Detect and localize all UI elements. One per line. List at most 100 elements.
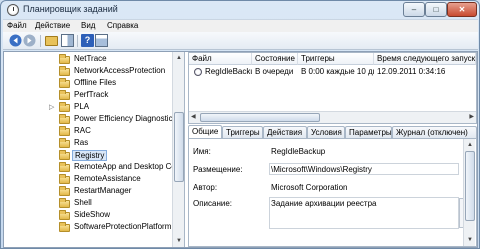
menu-action[interactable]: Действие [35, 21, 70, 30]
name-value[interactable]: RegIdleBackup [271, 147, 325, 156]
column-header-state[interactable]: Состояние [252, 53, 298, 65]
tab-general[interactable]: Общие [188, 125, 222, 139]
folder-icon [59, 186, 70, 196]
folder-icon [59, 210, 70, 220]
maximize-button[interactable]: □ [425, 2, 447, 17]
column-header-next-run[interactable]: Время следующего запуска [374, 53, 476, 65]
tree-item-label: RestartManager [74, 186, 132, 195]
library-tree: NetTrace NetworkAccessProtection Offline… [4, 52, 185, 247]
scroll-up-arrow-icon[interactable]: ▲ [465, 140, 475, 150]
toolbar: ? [3, 32, 478, 50]
general-details-panel: Имя: RegIdleBackup Размещение: \Microsof… [188, 138, 477, 247]
tab-actions[interactable]: Действия [263, 126, 307, 138]
tree-item[interactable]: SideShow [4, 210, 172, 221]
tree-item[interactable]: NetTrace [4, 54, 172, 65]
tree-item[interactable]: PerfTrack [4, 90, 172, 101]
menu-file[interactable]: Файл [7, 21, 27, 30]
folder-icon [59, 162, 70, 172]
tree-item-label: RemoteApp and Desktop Co [74, 162, 176, 171]
tree-item[interactable]: Shell [4, 198, 172, 209]
tree-scrollbar[interactable]: ▲ ▼ [172, 52, 184, 247]
toolbar-separator [77, 35, 78, 47]
task-list-hscrollbar[interactable]: ◀ ▶ [189, 111, 476, 123]
folder-icon [59, 150, 70, 160]
scroll-thumb[interactable] [174, 112, 184, 182]
main-content: NetTrace NetworkAccessProtection Offline… [3, 51, 478, 248]
forward-arrow-icon[interactable] [23, 34, 36, 47]
location-value[interactable]: \Microsoft\Windows\Registry [271, 165, 372, 174]
tree-item[interactable]: RemoteApp and Desktop Co [4, 162, 176, 173]
close-button[interactable]: ✕ [447, 2, 477, 17]
tree-item-label: PerfTrack [74, 90, 109, 99]
tree-item[interactable]: Offline Files [4, 78, 172, 89]
details-scrollbar[interactable]: ▲ ▼ [463, 139, 475, 246]
tab-history[interactable]: Журнал (отключен) [392, 126, 477, 138]
folder-icon [59, 78, 70, 88]
clock-icon [7, 4, 19, 16]
window-title: Планировщик заданий [23, 4, 118, 14]
author-value[interactable]: Microsoft Corporation [271, 183, 347, 192]
tree-item-label: SideShow [74, 210, 111, 219]
expand-arrow-icon[interactable]: ▷ [49, 103, 54, 111]
minimize-button[interactable]: – [403, 2, 425, 17]
back-arrow-icon[interactable] [9, 34, 22, 47]
tree-item[interactable]: RemoteAssistance [4, 174, 172, 185]
tree-item-label: NetTrace [74, 54, 107, 63]
task-list: Файл Состояние Триггеры Время следующего… [188, 52, 477, 124]
tab-triggers[interactable]: Триггеры [222, 126, 263, 138]
tree-item[interactable]: SoftwareProtectionPlatform [4, 222, 172, 233]
folder-icon [59, 114, 70, 124]
cell-file: RegIdleBackup [205, 67, 252, 76]
tree-item[interactable]: Power Efficiency Diagnostics [4, 114, 177, 125]
scroll-up-arrow-icon[interactable]: ▲ [174, 53, 184, 63]
details-tabs: Общие Триггеры Действия Условия Параметр… [188, 125, 477, 139]
task-clock-icon [194, 68, 202, 76]
tree-item-label: RemoteAssistance [74, 174, 141, 183]
folder-icon [59, 198, 70, 208]
folder-icon [59, 54, 70, 64]
tree-item[interactable]: RestartManager [4, 186, 172, 197]
tree-item[interactable]: RAC [4, 126, 172, 137]
tab-settings[interactable]: Параметры [345, 126, 392, 138]
tree-item-label: Ras [74, 138, 89, 147]
column-header-triggers[interactable]: Триггеры [298, 53, 374, 65]
menu-help[interactable]: Справка [107, 21, 138, 30]
folder-icon [59, 138, 70, 148]
scroll-right-arrow-icon[interactable]: ▶ [469, 113, 474, 120]
folder-up-icon[interactable] [45, 36, 58, 46]
scroll-thumb[interactable] [465, 151, 475, 221]
scroll-thumb[interactable] [200, 113, 320, 122]
tree-item-registry[interactable]: Registry [4, 150, 172, 161]
name-label: Имя: [193, 147, 211, 156]
tab-conditions[interactable]: Условия [307, 126, 345, 138]
cell-state: В очереди [255, 67, 294, 76]
tree-item-label: SoftwareProtectionPlatform [74, 222, 172, 231]
cell-next-run: 12.09.2011 0:34:16 [377, 67, 446, 76]
folder-icon [59, 66, 70, 76]
description-value[interactable]: Задание архивации реестра [271, 199, 377, 208]
action-pane-icon[interactable] [95, 34, 108, 47]
tree-item-label: Shell [74, 198, 92, 207]
tree-item-label: NetworkAccessProtection [74, 66, 166, 75]
column-header-file[interactable]: Файл [189, 53, 252, 65]
tree-item-label: PLA [74, 102, 90, 111]
tree-item-label: Registry [72, 150, 108, 161]
title-bar[interactable]: Планировщик заданий – □ ✕ [1, 1, 479, 19]
tree-item[interactable]: Ras [4, 138, 172, 149]
folder-icon [59, 174, 70, 184]
folder-icon [59, 222, 70, 232]
task-scheduler-window: Планировщик заданий – □ ✕ Файл Действие … [0, 0, 480, 249]
scroll-left-arrow-icon[interactable]: ◀ [191, 113, 196, 120]
help-icon[interactable]: ? [81, 34, 94, 47]
show-hide-tree-icon[interactable] [61, 34, 74, 47]
scroll-down-arrow-icon[interactable]: ▼ [465, 235, 475, 245]
folder-icon [59, 126, 70, 136]
tree-item[interactable]: NetworkAccessProtection [4, 66, 172, 77]
tree-item[interactable]: ▷ PLA [4, 102, 172, 113]
scroll-down-arrow-icon[interactable]: ▼ [174, 236, 184, 246]
description-label: Описание: [193, 199, 233, 208]
tree-item-label: Offline Files [74, 78, 117, 87]
cell-triggers: В 0:00 каждые 10 дн. [301, 67, 374, 76]
menu-view[interactable]: Вид [81, 21, 95, 30]
toolbar-separator [40, 35, 41, 47]
